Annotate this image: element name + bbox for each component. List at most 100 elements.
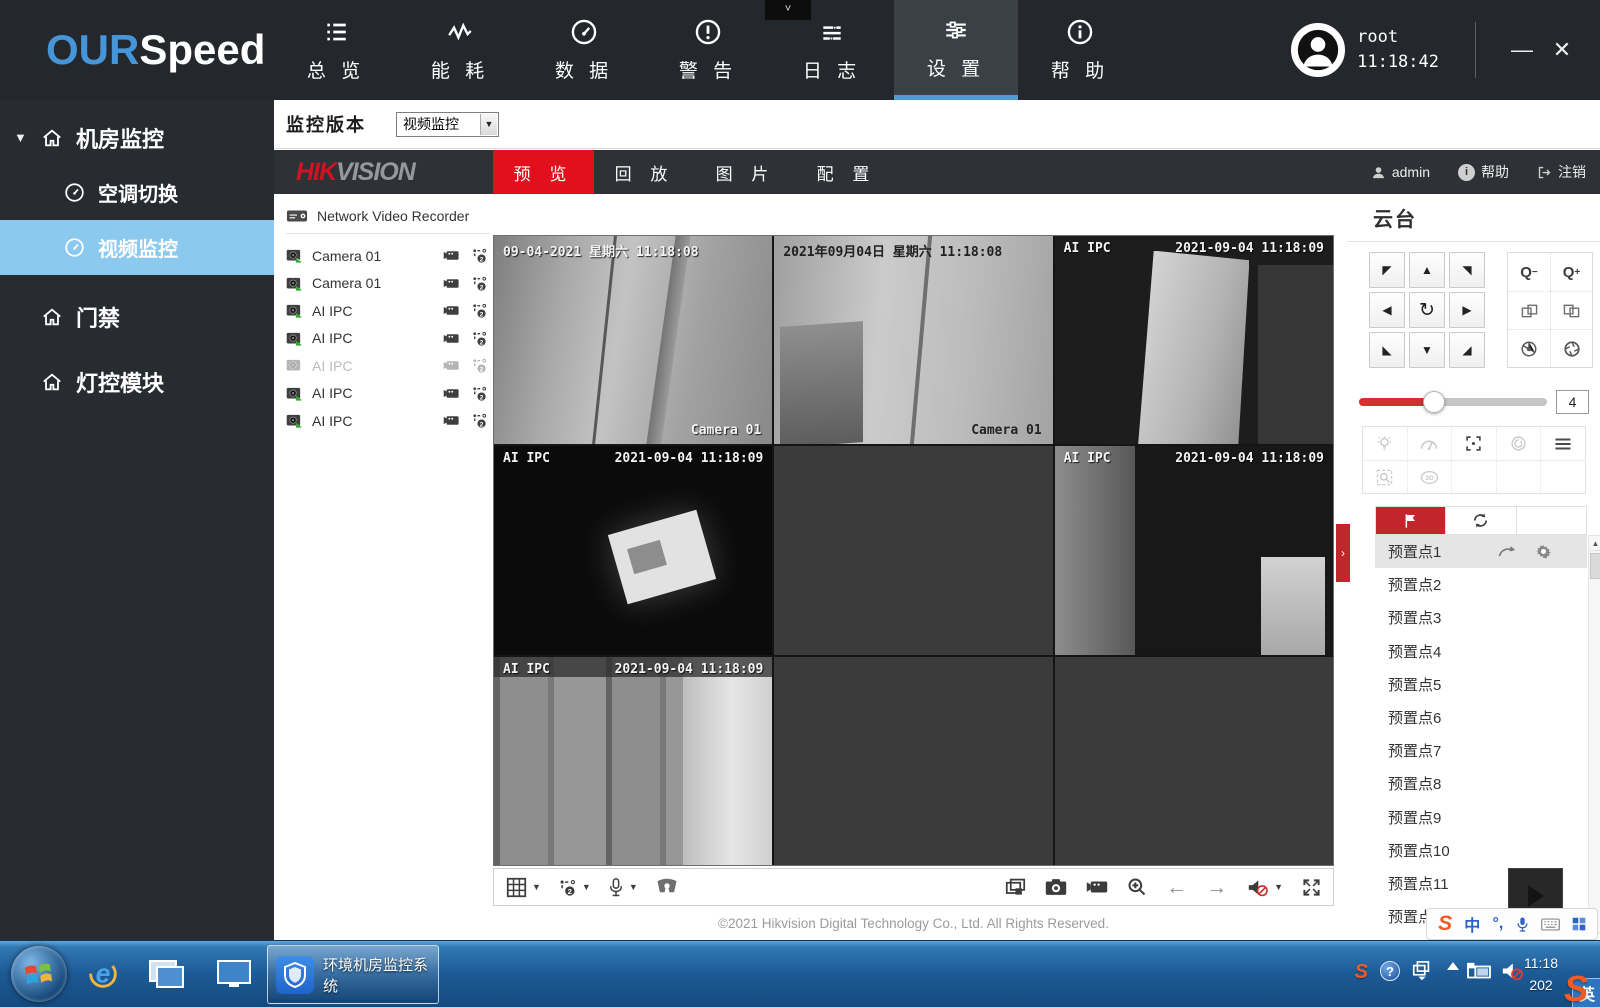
video-cell-1[interactable]: 09-04-2021 星期六 11:18:08 Camera 01 bbox=[494, 236, 772, 444]
stream-switch-icon[interactable]: 2 bbox=[471, 303, 488, 318]
collapse-panel-handle[interactable]: › bbox=[1336, 524, 1350, 582]
preset-item[interactable]: 预置点5 bbox=[1375, 668, 1587, 701]
monitor-version-select[interactable]: 视频监控 ▼ bbox=[396, 112, 499, 137]
nav-energy[interactable]: 能 耗 bbox=[398, 0, 522, 100]
video-cell-4[interactable]: AI IPC2021-09-04 11:18:09 bbox=[494, 446, 772, 654]
ptz-down-button[interactable]: ▼ bbox=[1409, 332, 1445, 368]
set-preset-gear-icon[interactable] bbox=[1536, 544, 1551, 559]
tab-patrol-refresh[interactable] bbox=[1445, 507, 1515, 534]
two-way-audio-button[interactable]: ▼ bbox=[608, 877, 638, 898]
ptz-up-right-button[interactable]: ◥ bbox=[1449, 252, 1485, 288]
start-record-icon[interactable] bbox=[443, 304, 460, 317]
tray-restore-window-icon[interactable] bbox=[1412, 961, 1432, 983]
start-button[interactable] bbox=[11, 946, 67, 1002]
preset-item[interactable]: 预置点9 bbox=[1375, 801, 1587, 834]
stop-all-preview-button[interactable] bbox=[1005, 878, 1026, 897]
video-cell-3[interactable]: AI IPC2021-09-04 11:18:09 bbox=[1055, 236, 1333, 444]
sogou-overlay-icon[interactable]: S bbox=[1564, 968, 1588, 1007]
ime-mic-icon[interactable] bbox=[1516, 916, 1529, 933]
nav-overview[interactable]: 总 览 bbox=[274, 0, 398, 100]
preset-item[interactable]: 预置点1 bbox=[1375, 535, 1587, 568]
video-cell-8-empty[interactable] bbox=[774, 657, 1052, 865]
channel-row[interactable]: AI IPC 2 bbox=[286, 407, 490, 435]
start-record-icon[interactable] bbox=[443, 332, 460, 345]
tab-configuration[interactable]: 配 置 bbox=[796, 150, 897, 194]
stream-switch-icon[interactable]: 2 bbox=[471, 413, 488, 428]
start-record-icon[interactable] bbox=[443, 277, 460, 290]
scrollbar-thumb[interactable] bbox=[1590, 553, 1600, 579]
tab-preview[interactable]: 预 览 bbox=[493, 150, 594, 194]
tray-help-icon[interactable]: ? bbox=[1380, 961, 1400, 981]
preset-item[interactable]: 预置点10 bbox=[1375, 834, 1587, 867]
nav-settings[interactable]: 设 置 bbox=[894, 0, 1018, 100]
preset-item[interactable]: 预置点2 bbox=[1375, 568, 1587, 601]
sidebar-item-room-monitor[interactable]: ▼ 机房监控 bbox=[0, 110, 274, 165]
close-button[interactable]: ✕ bbox=[1542, 30, 1582, 70]
video-cell-7[interactable]: AI IPC2021-09-04 11:18:09 bbox=[494, 657, 772, 865]
avatar[interactable] bbox=[1291, 23, 1345, 77]
next-page-button[interactable]: → bbox=[1206, 877, 1227, 898]
menu-button[interactable] bbox=[1540, 427, 1585, 460]
channel-row-offline[interactable]: AI IPC 2 bbox=[286, 352, 490, 380]
channel-row[interactable]: AI IPC 2 bbox=[286, 297, 490, 325]
stream-switch-icon[interactable]: 2 bbox=[471, 386, 488, 401]
video-cell-6[interactable]: AI IPC2021-09-04 11:18:09 bbox=[1055, 446, 1333, 654]
video-cell-9-empty[interactable] bbox=[1055, 657, 1333, 865]
sidebar-item-door-access[interactable]: 门禁 bbox=[0, 289, 274, 344]
internet-explorer-icon[interactable]: e bbox=[82, 953, 124, 995]
preset-item[interactable]: 预置点3 bbox=[1375, 601, 1587, 634]
start-record-icon[interactable] bbox=[443, 387, 460, 400]
lens-init-button[interactable] bbox=[1496, 427, 1541, 460]
ptz-right-button[interactable]: ▶ bbox=[1449, 292, 1485, 328]
preset-scrollbar[interactable]: ▲ bbox=[1588, 535, 1600, 934]
tray-show-hidden-icon[interactable] bbox=[1446, 961, 1460, 971]
tray-network-icon[interactable] bbox=[1466, 961, 1492, 983]
focus-near-button[interactable] bbox=[1508, 291, 1550, 329]
previous-page-button[interactable]: ← bbox=[1166, 877, 1187, 898]
stream-switch-icon[interactable]: 2 bbox=[471, 248, 488, 263]
layout-select-button[interactable]: ▼ bbox=[506, 877, 541, 898]
sidebar-item-ac-switch[interactable]: 空调切换 bbox=[0, 165, 274, 220]
tab-presets[interactable] bbox=[1376, 507, 1445, 534]
tray-sogou-icon[interactable]: S bbox=[1355, 961, 1368, 984]
channel-row[interactable]: AI IPC 2 bbox=[286, 325, 490, 353]
nav-alert[interactable]: 警 告 bbox=[646, 0, 770, 100]
wiper-button[interactable] bbox=[1407, 427, 1452, 460]
nav-data[interactable]: 数 据 bbox=[522, 0, 646, 100]
start-record-icon[interactable] bbox=[443, 414, 460, 427]
tab-empty[interactable] bbox=[1516, 507, 1586, 534]
ptz-down-right-button[interactable]: ◢ bbox=[1449, 332, 1485, 368]
taskbar-app-monitor-system[interactable]: 环境机房监控系统 bbox=[267, 945, 439, 1004]
tray-clock[interactable]: 11:18 202 bbox=[1524, 953, 1558, 996]
sogou-logo-icon[interactable]: S bbox=[1438, 912, 1452, 936]
ptz-up-left-button[interactable]: ◤ bbox=[1369, 252, 1405, 288]
fisheye-expand-button[interactable] bbox=[655, 878, 679, 897]
logout-link[interactable]: 注销 bbox=[1537, 162, 1586, 182]
iris-close-button[interactable] bbox=[1508, 329, 1550, 367]
video-cell-2[interactable]: 2021年09月04日 星期六 11:18:08 Camera 01 bbox=[774, 236, 1052, 444]
show-desktop-icon[interactable] bbox=[213, 953, 255, 995]
channel-row[interactable]: AI IPC 2 bbox=[286, 380, 490, 408]
minimize-button[interactable]: — bbox=[1502, 30, 1542, 70]
sidebar-item-video-monitor[interactable]: 视频监控 bbox=[0, 220, 274, 275]
ptz-down-left-button[interactable]: ◣ bbox=[1369, 332, 1405, 368]
iris-open-button[interactable] bbox=[1550, 329, 1592, 367]
capture-button[interactable] bbox=[1045, 878, 1067, 896]
tab-playback[interactable]: 回 放 bbox=[594, 150, 695, 194]
sidebar-item-light-control[interactable]: 灯控模块 bbox=[0, 354, 274, 409]
window-switcher-icon[interactable] bbox=[145, 953, 187, 995]
focus-far-button[interactable] bbox=[1550, 291, 1592, 329]
ptz-up-button[interactable]: ▲ bbox=[1409, 252, 1445, 288]
ime-keyboard-icon[interactable] bbox=[1541, 918, 1560, 931]
ime-punctuation[interactable]: °, bbox=[1493, 915, 1504, 933]
fullscreen-button[interactable] bbox=[1302, 878, 1321, 897]
zoom-3d-button[interactable]: 3D bbox=[1407, 461, 1452, 493]
auxiliary-focus-button[interactable] bbox=[1451, 427, 1496, 460]
stream-switch-icon[interactable]: 2 bbox=[471, 331, 488, 346]
stream-type-button[interactable]: 2 ▼ bbox=[558, 879, 591, 896]
preset-item[interactable]: 预置点6 bbox=[1375, 701, 1587, 734]
call-preset-icon[interactable] bbox=[1498, 545, 1516, 558]
video-cell-5-empty[interactable] bbox=[774, 446, 1052, 654]
preset-item[interactable]: 预置点7 bbox=[1375, 734, 1587, 767]
channel-row[interactable]: Camera 01 2 bbox=[286, 242, 490, 270]
